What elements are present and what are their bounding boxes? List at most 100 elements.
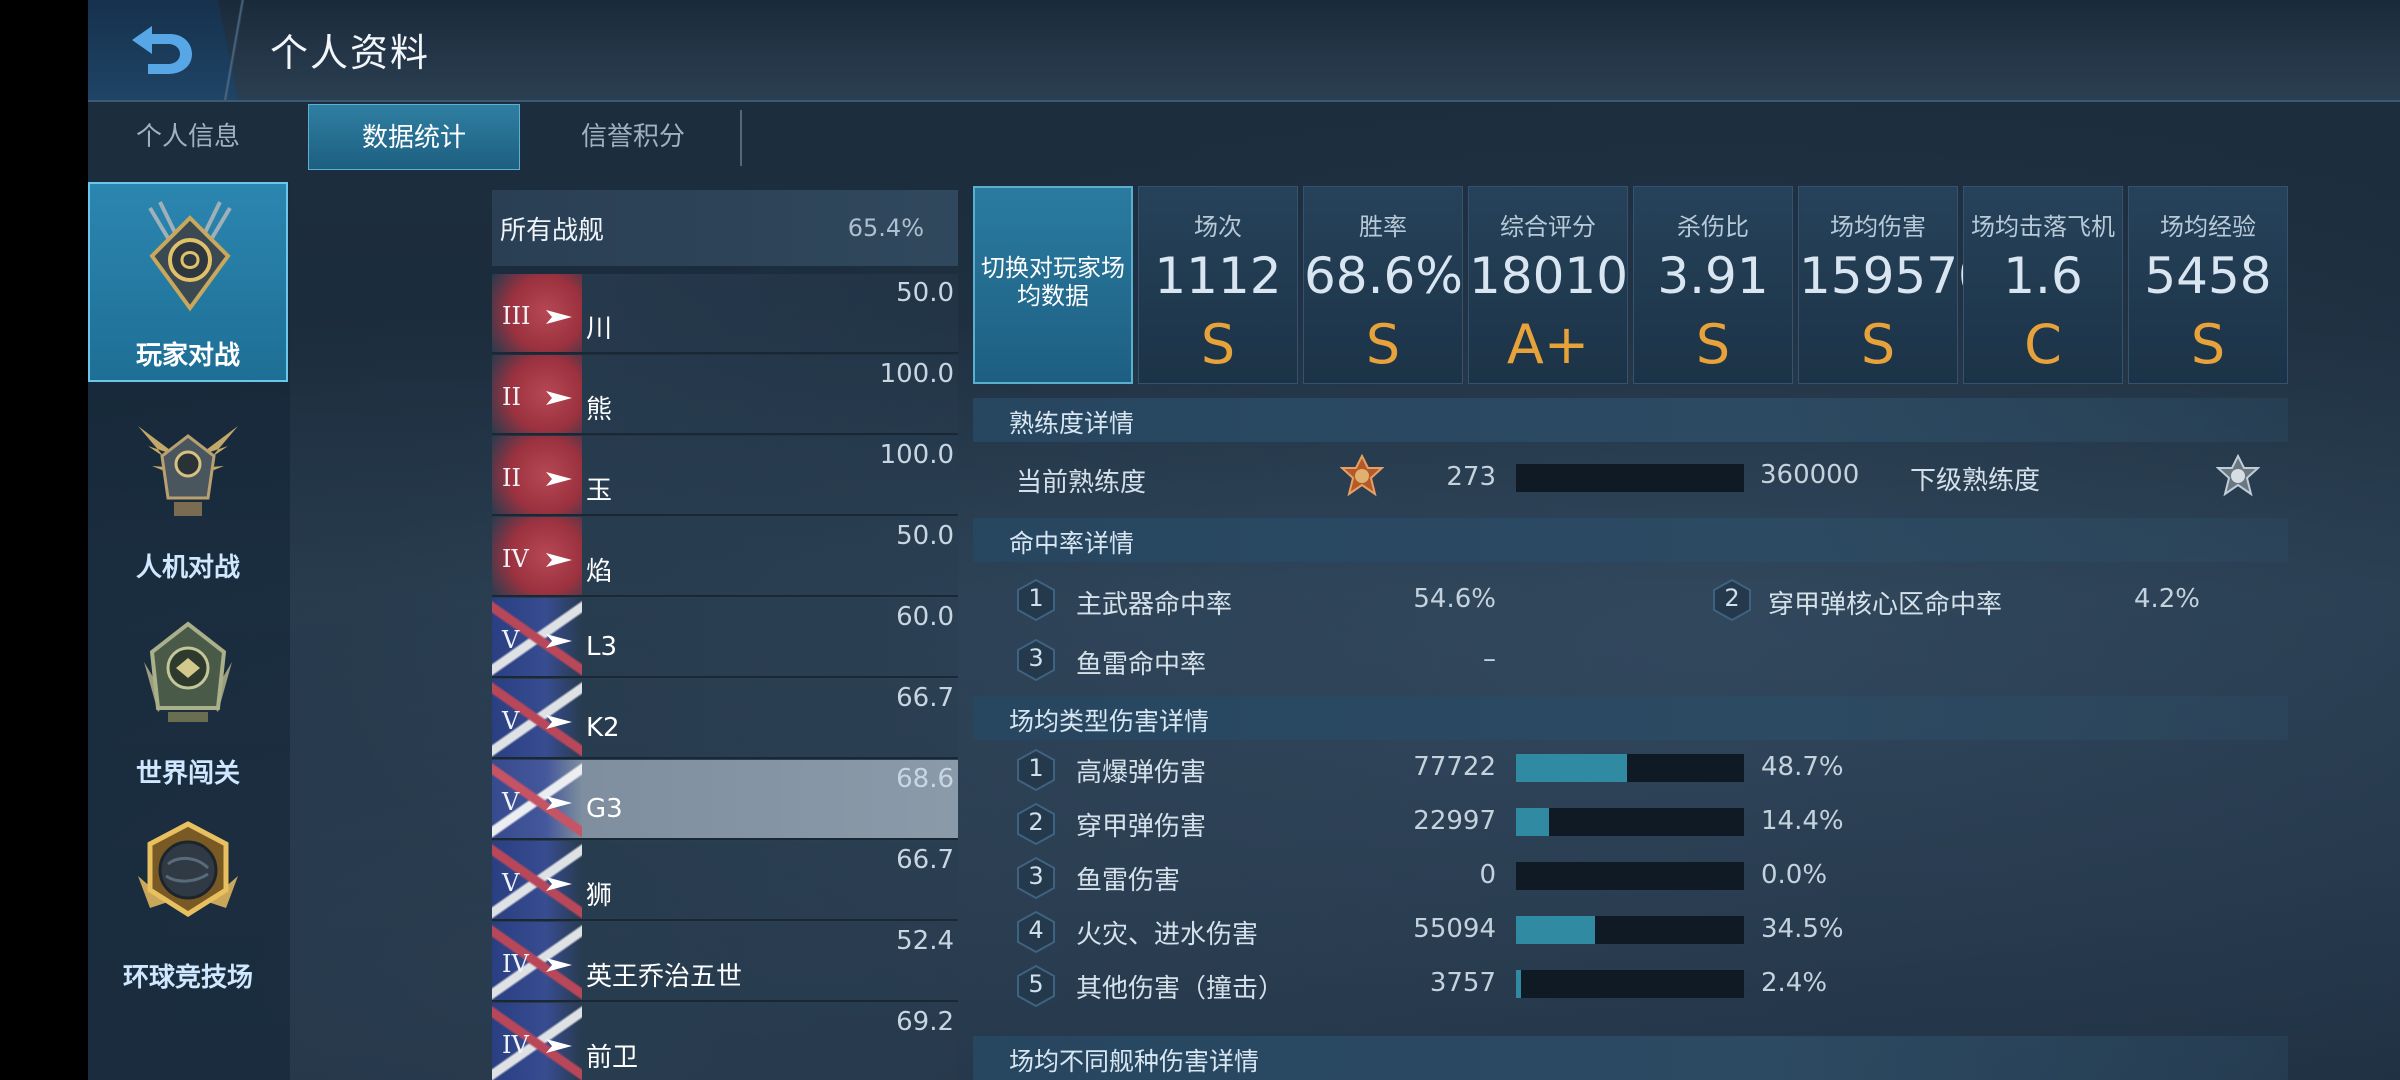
tab-bar: 个人信息 数据统计 信誉积分 <box>88 104 2400 170</box>
damage-share-percent: 0.0% <box>1761 860 1828 890</box>
mode-pvp[interactable]: 玩家对战 <box>88 182 288 382</box>
ship-name: L3 <box>586 632 618 662</box>
damage-share-percent: 48.7% <box>1761 752 1844 782</box>
stat-value: 1.6 <box>2003 247 2083 305</box>
stat-value: 1112 <box>1154 247 1282 305</box>
stat-grade: C <box>2024 313 2062 376</box>
ship-list-item[interactable]: V K2 66.7 <box>492 679 958 759</box>
stat-grade: S <box>1695 313 1731 376</box>
damage-share-fill <box>1516 970 1521 998</box>
ship-class-damage-section-header: 场均不同舰种伤害详情 <box>973 1036 2288 1080</box>
damage-share-bar <box>1516 862 1744 890</box>
ship-tier: V <box>502 869 520 897</box>
switch-data-button[interactable]: 切换对玩家场均数据 <box>973 186 1133 384</box>
mode-label: 世界闯关 <box>135 759 240 789</box>
ship-name: 熊 <box>586 395 613 425</box>
tab-credit-score[interactable]: 信誉积分 <box>528 104 738 170</box>
mode-pve[interactable]: 人机对战 <box>88 392 288 592</box>
ship-name: G3 <box>586 794 623 824</box>
damage-share-fill <box>1516 916 1595 944</box>
damage-index: 3 <box>1028 862 1044 890</box>
ship-class-icon <box>546 634 572 648</box>
damage-type-label: 其他伤害（撞击） <box>1076 974 1285 1004</box>
damage-index-badge: 3 <box>1016 856 1056 900</box>
ship-class-icon <box>546 553 572 567</box>
ship-class-icon <box>546 391 572 405</box>
header-bar: 个人资料 <box>88 0 2400 102</box>
mode-sidebar: 玩家对战 人机对战 世界闯关 环球竞技场 <box>88 182 290 1080</box>
stat-value: 5458 <box>2144 247 2272 305</box>
ship-list: 所有战舰 65.4% III 川 50.0 II 熊 100.0 II 玉 100.0 IV 焰 50… <box>492 182 958 1080</box>
ship-tier: III <box>502 302 531 330</box>
profile-screen: 个人资料 个人信息 数据统计 信誉积分 玩家对战 人机对战 世界闯关 环球竞技场… <box>88 0 2400 1080</box>
accuracy-label: 鱼雷命中率 <box>1076 650 1207 680</box>
accuracy-label: 穿甲弹核心区命中率 <box>1768 590 2003 620</box>
accuracy-value: 54.6% <box>1413 584 1496 614</box>
mode-label: 人机对战 <box>135 553 240 583</box>
damage-value: 77722 <box>1413 752 1496 782</box>
damage-value: 22997 <box>1413 806 1496 836</box>
ship-list-item[interactable]: IV 焰 50.0 <box>492 517 958 597</box>
ship-value: 68.6 <box>896 764 954 794</box>
next-proficiency-label: 下级熟练度 <box>1910 466 2041 496</box>
damage-index: 4 <box>1028 916 1044 944</box>
proficiency-section-header: 熟练度详情 <box>973 398 2288 442</box>
accuracy-index-badge: 1 <box>1016 578 1056 622</box>
damage-share-bar <box>1516 754 1744 782</box>
ship-name: K2 <box>586 713 620 743</box>
damage-share-fill <box>1516 754 1627 782</box>
ship-list-item[interactable]: V L3 60.0 <box>492 598 958 678</box>
stat-card: 场次 1112 S <box>1138 186 1298 384</box>
ship-tier: V <box>502 626 520 654</box>
mode-label: 环球竞技场 <box>122 963 253 993</box>
ship-tier: IV <box>502 545 529 573</box>
ship-name: 前卫 <box>586 1043 639 1073</box>
ship-list-item[interactable]: II 玉 100.0 <box>492 436 958 516</box>
ship-list-item[interactable]: III 川 50.0 <box>492 274 958 354</box>
stat-value: 159570 <box>1799 247 1990 305</box>
damage-type-label: 鱼雷伤害 <box>1076 866 1181 896</box>
ship-tier: II <box>502 464 521 492</box>
accuracy-index: 1 <box>1028 584 1044 612</box>
section-title: 场均类型伤害详情 <box>1009 707 1210 736</box>
accuracy-label: 主武器命中率 <box>1076 590 1233 620</box>
ship-list-item[interactable]: II 熊 100.0 <box>492 355 958 435</box>
damage-share-percent: 34.5% <box>1761 914 1844 944</box>
damage-type-section-header: 场均类型伤害详情 <box>973 696 2288 740</box>
header-divider <box>206 0 266 100</box>
pve-emblem-icon <box>138 426 238 516</box>
proficiency-rank-icon <box>1340 454 1384 497</box>
arena-emblem-icon <box>138 821 238 917</box>
tab-data-stats[interactable]: 数据统计 <box>308 104 520 170</box>
damage-index: 2 <box>1028 808 1044 836</box>
tab-personal-info[interactable]: 个人信息 <box>88 104 288 170</box>
next-proficiency-value: 360000 <box>1760 460 1860 490</box>
stat-label: 综合评分 <box>1500 213 1596 241</box>
damage-index-badge: 5 <box>1016 964 1056 1008</box>
stat-label: 场均经验 <box>2160 213 2256 241</box>
accuracy-value: – <box>1483 644 1496 674</box>
ship-list-item[interactable]: V 狮 66.7 <box>492 841 958 921</box>
damage-index-badge: 2 <box>1016 802 1056 846</box>
accuracy-index-badge: 2 <box>1712 578 1752 622</box>
ship-tier: IV <box>502 950 529 978</box>
mode-label: 玩家对战 <box>135 341 240 371</box>
damage-share-percent: 2.4% <box>1761 968 1828 998</box>
ship-value: 50.0 <box>896 278 954 308</box>
damage-share-bar <box>1516 808 1744 836</box>
damage-type-label: 火灾、进水伤害 <box>1076 920 1259 950</box>
stat-grade: S <box>2190 313 2226 376</box>
ship-tier: V <box>502 788 520 816</box>
mode-world[interactable]: 世界闯关 <box>88 598 288 798</box>
ship-list-item[interactable]: IV 英王乔治五世 52.4 <box>492 922 958 1002</box>
ship-list-item[interactable]: V G3 68.6 <box>492 760 958 840</box>
ship-class-icon <box>546 958 572 972</box>
stat-label: 场均击落飞机 <box>1971 213 2115 241</box>
mode-arena[interactable]: 环球竞技场 <box>88 802 288 1002</box>
all-ships-item[interactable]: 所有战舰 65.4% <box>492 190 958 266</box>
ship-name: 英王乔治五世 <box>586 962 743 992</box>
tab-divider <box>740 110 742 166</box>
all-ships-label: 所有战舰 <box>500 216 605 246</box>
ship-list-item[interactable]: IV 前卫 69.2 <box>492 1003 958 1080</box>
ship-value: 60.0 <box>896 602 954 632</box>
